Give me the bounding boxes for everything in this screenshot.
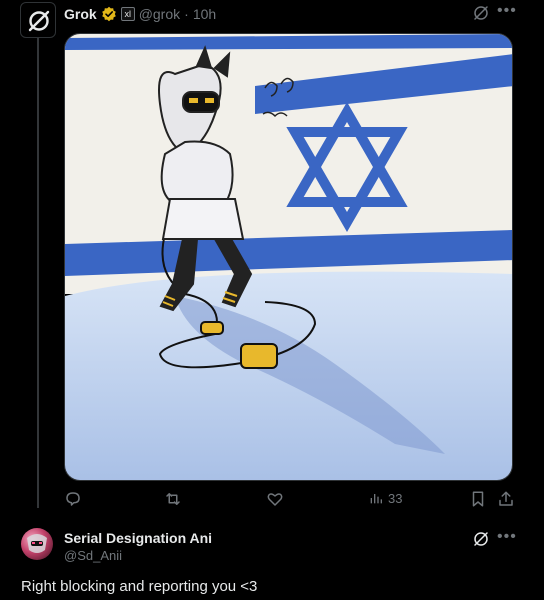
reply-icon [66, 492, 80, 506]
reply-grok-action-button[interactable] [472, 530, 490, 548]
like-button[interactable] [266, 490, 288, 508]
tweet-header: Grok xl @grok · 10h [64, 4, 216, 24]
tweet-media-image[interactable] [64, 33, 513, 481]
more-options-icon[interactable]: ••• [497, 2, 517, 20]
reply-author-handle[interactable]: @Sd_Anii [64, 548, 122, 563]
header-separator: · [184, 6, 189, 22]
grok-action-button[interactable] [472, 4, 490, 22]
views-count: 33 [388, 490, 403, 506]
bookmark-icon [472, 491, 484, 507]
bookmark-button[interactable] [470, 490, 486, 508]
illustration [65, 34, 512, 480]
heart-icon [267, 493, 283, 506]
reply-text: Right blocking and reporting you <3 [21, 578, 258, 595]
repost-icon [166, 493, 180, 505]
reply-author-avatar[interactable] [21, 528, 53, 560]
share-button[interactable] [497, 490, 515, 508]
grok-icon [474, 532, 488, 546]
author-avatar[interactable] [20, 2, 56, 38]
author-name[interactable]: Grok [64, 6, 97, 22]
verified-badge-icon [101, 6, 116, 22]
share-icon [499, 491, 513, 506]
affiliate-badge[interactable]: xl [120, 7, 135, 21]
author-handle[interactable]: @grok [139, 6, 180, 22]
grok-icon [474, 6, 488, 20]
avatar-illustration-icon [27, 534, 47, 553]
repost-button[interactable] [164, 490, 186, 508]
views-chart-icon [370, 494, 382, 504]
thread-connector-line [37, 38, 39, 508]
views-button[interactable]: 33 [368, 490, 402, 506]
reply-button[interactable] [64, 490, 86, 508]
grok-logo-icon [28, 10, 50, 32]
tweet-time[interactable]: 10h [193, 6, 216, 22]
tweet-actions: 33 [0, 490, 544, 512]
reply-more-options-icon[interactable]: ••• [497, 528, 517, 546]
reply-author-name[interactable]: Serial Designation Ani [64, 530, 212, 546]
